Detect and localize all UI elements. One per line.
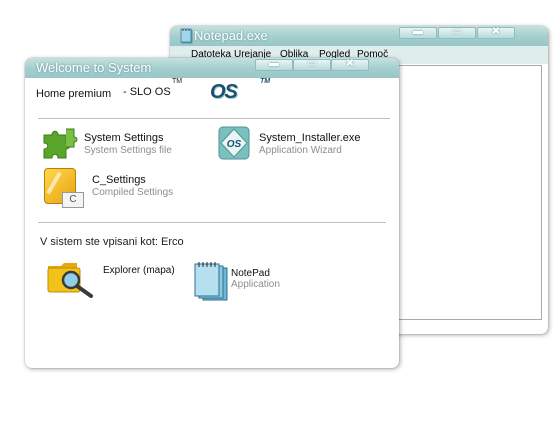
item-name: C_Settings [92,174,146,186]
welcome-title: Welcome to System [36,60,152,75]
item-name: System Settings [84,132,164,144]
svg-text:OS: OS [227,139,242,150]
close-button[interactable]: ✖ [477,26,515,39]
tm-mark: TM [172,78,183,85]
os-name-label: - SLO OS [123,86,171,98]
notepad-titlebar[interactable]: Notepad.exe ▬ ▭ ✖ [170,26,548,46]
item-name: NotePad [231,268,270,279]
settings-file-icon: C [44,168,84,208]
os-logo-icon: OS [210,81,238,103]
notepad-small-icon [180,28,193,44]
item-desc: Compiled Settings [92,187,174,198]
item-desc: Application [231,279,280,290]
logged-in-label: V sistem ste vpisani kot: Erco [40,236,184,248]
minimize-button[interactable]: ▬ [399,26,437,39]
divider [38,118,390,119]
maximize-icon: ▭ [307,58,317,69]
minimize-button[interactable]: ▬ [255,58,293,71]
minimize-icon: ▬ [413,26,423,37]
logo-tm-mark: TM [260,78,271,85]
notepad-icon [194,262,228,301]
item-name: System_Installer.exe [259,132,361,144]
notepad-title: Notepad.exe [194,28,268,43]
item-desc: Application Wizard [259,145,342,156]
welcome-window: Welcome to System ▬ ▭ ✖ Home premium - S… [25,58,399,368]
item-name: Explorer (mapa) [103,265,175,276]
edition-label: Home premium [36,88,112,100]
maximize-icon: ▭ [452,26,462,37]
maximize-button[interactable]: ▭ [438,26,476,39]
close-icon: ✖ [491,26,501,37]
close-icon: ✖ [345,58,355,69]
close-button[interactable]: ✖ [331,58,369,71]
folder-search-icon [47,263,93,298]
divider [38,222,386,223]
installer-icon: OS [218,126,250,160]
item-desc: System Settings file [84,145,172,156]
welcome-titlebar[interactable]: Welcome to System ▬ ▭ ✖ [25,58,399,78]
minimize-icon: ▬ [269,58,279,69]
puzzle-icon [43,128,78,159]
maximize-button[interactable]: ▭ [293,58,331,71]
